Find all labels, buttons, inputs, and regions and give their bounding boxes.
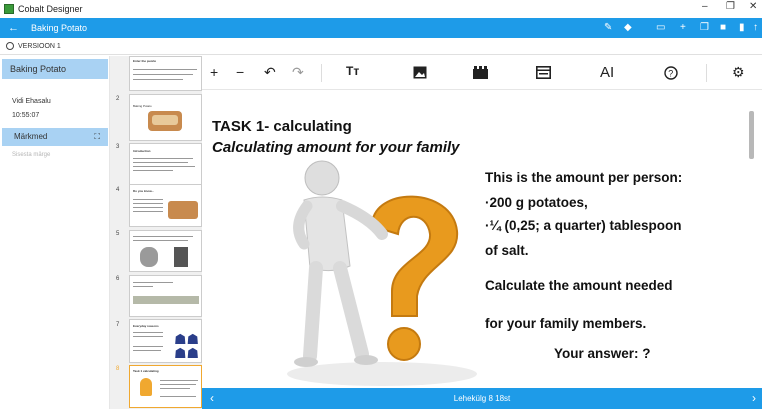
thumbnail-title: Do you know...: [133, 189, 155, 193]
delete-icon[interactable]: ▮: [739, 22, 745, 33]
brush-icon[interactable]: ✎: [604, 22, 612, 33]
family-line: for your family members.: [485, 316, 647, 331]
next-page-button[interactable]: ›: [752, 391, 756, 405]
slide-subtitle: Calculating amount for your family: [212, 139, 460, 156]
redo-icon[interactable]: ↷: [292, 64, 304, 81]
salt-line: ·¼ (0,25; a quarter) tablespoon: [485, 218, 682, 233]
app-bar: ← Baking Potato ✎ ◆ ▭ + ❐ ■ ▮ ↑: [0, 18, 762, 38]
quiz-icon[interactable]: ?: [664, 66, 678, 83]
share-icon[interactable]: ↑: [753, 22, 758, 33]
add-icon[interactable]: +: [680, 22, 686, 33]
eraser-icon[interactable]: ◆: [624, 22, 632, 33]
video-icon[interactable]: [473, 66, 488, 82]
toolbar-divider: [706, 64, 707, 82]
thumbnail-number: 3: [116, 144, 120, 150]
vertical-scrollbar[interactable]: [749, 111, 754, 159]
toolbar-divider: [321, 64, 322, 82]
text-cursor-icon[interactable]: AI: [600, 64, 614, 81]
potatoes-line: ·200 g potatoes,: [485, 195, 588, 210]
notes-header[interactable]: Märkmed ⛶: [2, 128, 108, 146]
svg-text:?: ?: [668, 69, 673, 79]
document-name-item[interactable]: Baking Potato: [2, 59, 108, 79]
editor-toolbar: + − ↶ ↷ Tт AI ? ⚙: [202, 56, 762, 90]
slide-thumbnail[interactable]: Do you know...: [129, 184, 202, 227]
minimize-button[interactable]: –: [702, 1, 708, 12]
thumbnail-title: Task 1 calculating: [133, 369, 159, 373]
thumbnail-title: Everyday reasons: [133, 324, 159, 328]
layout-icon[interactable]: [536, 66, 551, 82]
document-title: Baking Potato: [31, 23, 88, 33]
copy-icon[interactable]: ❐: [700, 22, 709, 33]
calculate-line: Calculate the amount needed: [485, 278, 673, 293]
plus-icon[interactable]: +: [210, 64, 218, 80]
arrow-left-icon[interactable]: ←: [8, 22, 19, 34]
thumbnail-number: 6: [116, 276, 120, 282]
thumbnail-number: 5: [116, 231, 120, 237]
slide-thumbnails: Enter the puzzle 2 Baking Potato 3 Intro…: [110, 56, 202, 409]
thumbnail-title: Enter the puzzle: [133, 59, 157, 63]
version-bar: VERSIOON 1: [0, 38, 762, 55]
text-format-icon[interactable]: Tт: [346, 64, 359, 78]
slide-thumbnail[interactable]: Baking Potato: [129, 94, 202, 141]
slide-thumbnail[interactable]: Everyday reasons ☗☗ ☗☗: [129, 319, 202, 363]
page-indicator: Lehekülg 8 18st: [453, 394, 511, 403]
expand-icon[interactable]: ⛶: [94, 132, 100, 142]
window-titlebar: Cobalt Designer – ❐ ✕: [0, 0, 762, 18]
gear-icon[interactable]: ⚙: [732, 64, 745, 81]
slide-thumbnail-active[interactable]: Task 1 calculating: [129, 365, 202, 408]
salt-line-cont: of salt.: [485, 243, 529, 258]
pagination-bar: ‹ Lehekülg 8 18st ›: [202, 388, 762, 409]
thumbnail-number: 7: [116, 322, 120, 328]
amount-heading: This is the amount per person:: [485, 170, 683, 185]
save-icon[interactable]: ■: [720, 22, 726, 33]
slide-thumbnail[interactable]: [129, 275, 202, 317]
timestamp: 10:55:07: [12, 112, 40, 119]
undo-icon[interactable]: ↶: [264, 64, 276, 81]
slide-canvas[interactable]: TASK 1- calculating Calculating amount f…: [202, 90, 762, 388]
thumbnail-title: Baking Potato: [133, 104, 152, 108]
slide-thumbnail[interactable]: Enter the puzzle: [129, 56, 202, 91]
thumbnail-title: Introduction: [133, 149, 151, 153]
notes-label: Märkmed: [14, 132, 48, 141]
question-mark-figure-image: [287, 160, 477, 386]
minus-icon[interactable]: −: [236, 64, 244, 80]
thumbnail-number: 4: [116, 187, 120, 193]
image-icon[interactable]: [413, 66, 427, 82]
author-name: Vidi Ehasalu: [12, 98, 51, 105]
slide-title: TASK 1- calculating: [212, 118, 352, 135]
app-title: Cobalt Designer: [18, 4, 83, 14]
notes-placeholder[interactable]: Sisesta märge: [12, 152, 50, 158]
thumbnail-number: 2: [116, 96, 120, 102]
slide-thumbnail[interactable]: Introduction: [129, 143, 202, 188]
maximize-button[interactable]: ❐: [726, 1, 735, 12]
close-button[interactable]: ✕: [749, 1, 757, 12]
present-icon[interactable]: ▭: [656, 22, 665, 33]
thumbnail-number: 8: [116, 366, 120, 372]
clock-icon: [6, 42, 14, 50]
left-panel: Baking Potato Vidi Ehasalu 10:55:07 Märk…: [0, 56, 110, 409]
app-window: Cobalt Designer – ❐ ✕ ← Baking Potato ✎ …: [0, 0, 762, 409]
answer-prompt[interactable]: Your answer: ?: [554, 346, 651, 361]
slide-thumbnail[interactable]: [129, 230, 202, 272]
version-label[interactable]: VERSIOON 1: [18, 43, 61, 50]
app-logo-icon: [4, 4, 14, 14]
